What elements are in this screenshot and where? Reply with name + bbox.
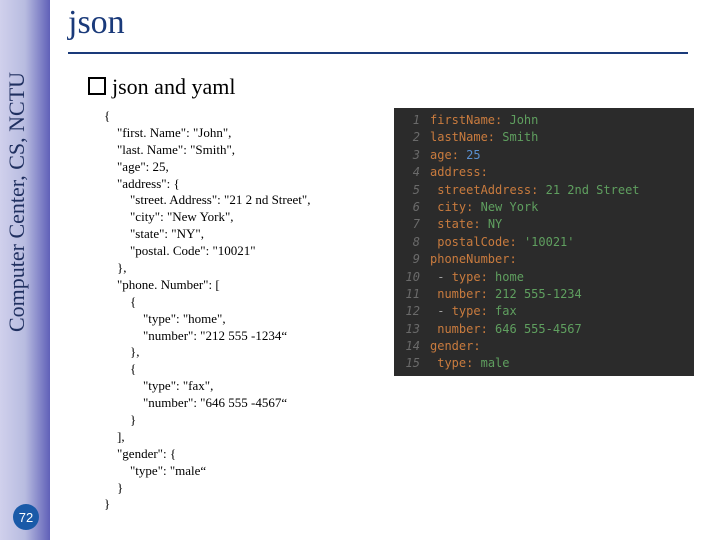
yaml-line: 1firstName: John <box>398 112 686 129</box>
title-underline <box>68 52 688 54</box>
bullet-text: json and yaml <box>112 74 235 99</box>
slide-title: json <box>68 4 720 42</box>
yaml-line: 2lastName: Smith <box>398 129 686 146</box>
bullet-square-icon <box>88 77 106 95</box>
yaml-line: 13 number: 646 555-4567 <box>398 321 686 338</box>
yaml-code-block: 1firstName: John2lastName: Smith3age: 25… <box>394 108 694 376</box>
json-code-block: { "first. Name": "John", "last. Name": "… <box>104 108 394 513</box>
yaml-line: 5 streetAddress: 21 2nd Street <box>398 182 686 199</box>
yaml-line: 11 number: 212 555-1234 <box>398 286 686 303</box>
yaml-line: 7 state: NY <box>398 216 686 233</box>
two-column-container: { "first. Name": "John", "last. Name": "… <box>104 108 720 513</box>
page-number-badge: 72 <box>13 504 39 530</box>
sidebar: Computer Center, CS, NCTU 72 <box>0 0 50 540</box>
yaml-line: 15 type: male <box>398 355 686 372</box>
yaml-line: 6 city: New York <box>398 199 686 216</box>
bullet-item: json and yaml <box>88 74 720 100</box>
yaml-line: 14gender: <box>398 338 686 355</box>
yaml-line: 8 postalCode: '10021' <box>398 234 686 251</box>
sidebar-label: Computer Center, CS, NCTU <box>4 2 30 332</box>
yaml-line: 12 - type: fax <box>398 303 686 320</box>
yaml-line: 4address: <box>398 164 686 181</box>
yaml-line: 3age: 25 <box>398 147 686 164</box>
yaml-line: 9phoneNumber: <box>398 251 686 268</box>
slide-content: json json and yaml { "first. Name": "Joh… <box>68 0 720 513</box>
yaml-line: 10 - type: home <box>398 269 686 286</box>
